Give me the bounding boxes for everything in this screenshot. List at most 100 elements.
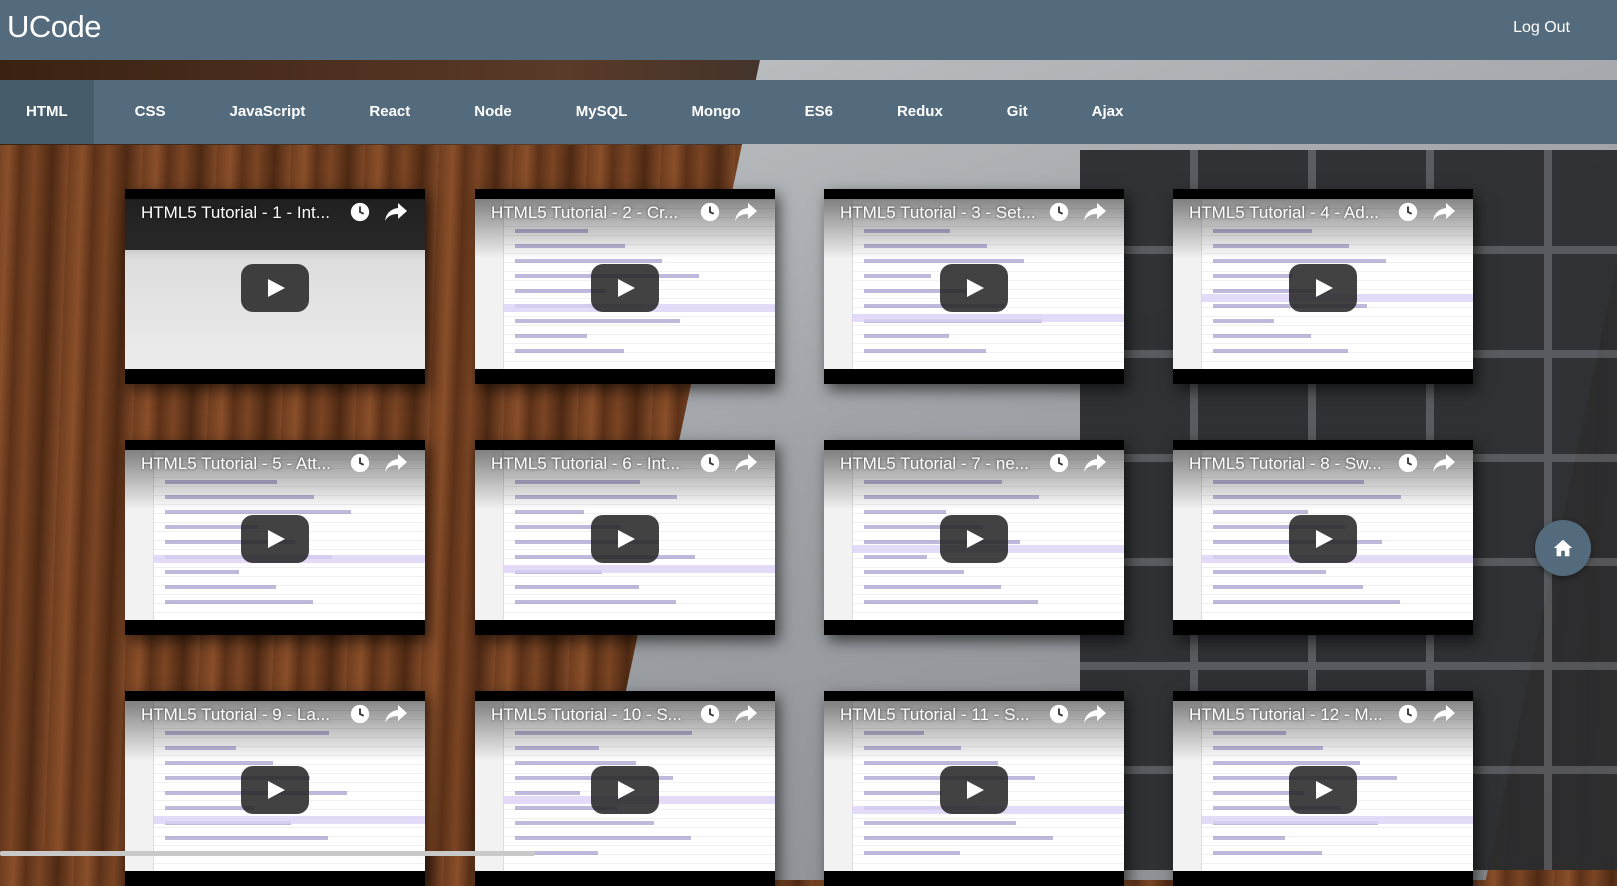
nav-tab-mysql[interactable]: MySQL — [553, 80, 651, 144]
play-icon[interactable] — [940, 264, 1008, 312]
video-title[interactable]: HTML5 Tutorial - 6 - Int... — [491, 454, 696, 474]
video-title[interactable]: HTML5 Tutorial - 2 - Cr... — [491, 203, 696, 223]
clock-icon[interactable] — [1397, 201, 1419, 223]
code-highlight — [1201, 816, 1473, 824]
home-button[interactable] — [1535, 520, 1591, 576]
top-header: UCode Log Out — [0, 0, 1617, 60]
code-line — [1213, 274, 1293, 278]
video-title[interactable]: HTML5 Tutorial - 11 - S... — [840, 705, 1045, 725]
video-card[interactable]: HTML5 Tutorial - 4 - Ad... — [1173, 189, 1473, 384]
nav-tab-html[interactable]: HTML — [0, 80, 94, 144]
title-overlay — [824, 189, 1124, 259]
brand-logo[interactable]: UCode — [7, 9, 102, 45]
clock-icon[interactable] — [349, 703, 371, 725]
code-line — [1213, 319, 1274, 323]
nav-tab-ajax[interactable]: Ajax — [1069, 80, 1147, 144]
code-line — [515, 791, 580, 795]
video-title[interactable]: HTML5 Tutorial - 7 - ne... — [840, 454, 1045, 474]
share-arrow-icon[interactable] — [384, 703, 407, 725]
code-line — [864, 821, 1016, 825]
video-card[interactable]: HTML5 Tutorial - 11 - S... — [824, 691, 1124, 886]
nav-tab-node[interactable]: Node — [451, 80, 535, 144]
nav-tab-redux[interactable]: Redux — [874, 80, 966, 144]
video-title[interactable]: HTML5 Tutorial - 4 - Ad... — [1189, 203, 1394, 223]
play-icon[interactable] — [241, 515, 309, 563]
clock-icon[interactable] — [349, 201, 371, 223]
video-title[interactable]: HTML5 Tutorial - 1 - Int... — [141, 203, 346, 223]
title-overlay — [824, 440, 1124, 510]
play-icon[interactable] — [241, 766, 309, 814]
share-arrow-icon[interactable] — [1083, 703, 1106, 725]
nav-tab-git[interactable]: Git — [984, 80, 1051, 144]
nav-tab-es6[interactable]: ES6 — [782, 80, 856, 144]
play-icon[interactable] — [940, 515, 1008, 563]
video-title[interactable]: HTML5 Tutorial - 8 - Sw... — [1189, 454, 1394, 474]
video-card[interactable]: HTML5 Tutorial - 1 - Int... — [125, 189, 425, 384]
clock-icon[interactable] — [1048, 201, 1070, 223]
code-line — [864, 274, 931, 278]
clock-icon[interactable] — [1397, 452, 1419, 474]
title-overlay — [1173, 189, 1473, 259]
share-arrow-icon[interactable] — [1432, 201, 1455, 223]
video-title[interactable]: HTML5 Tutorial - 12 - M... — [1189, 705, 1394, 725]
code-line — [864, 555, 927, 559]
play-icon[interactable] — [1289, 264, 1357, 312]
share-arrow-icon[interactable] — [1432, 703, 1455, 725]
horizontal-scrollbar[interactable] — [0, 851, 535, 856]
share-arrow-icon[interactable] — [734, 452, 757, 474]
video-title[interactable]: HTML5 Tutorial - 10 - S... — [491, 705, 696, 725]
play-icon[interactable] — [591, 515, 659, 563]
video-title[interactable]: HTML5 Tutorial - 9 - La... — [141, 705, 346, 725]
share-arrow-icon[interactable] — [1432, 452, 1455, 474]
share-arrow-icon[interactable] — [1083, 452, 1106, 474]
code-line — [1213, 585, 1363, 589]
video-title[interactable]: HTML5 Tutorial - 5 - Att... — [141, 454, 346, 474]
clock-icon[interactable] — [699, 703, 721, 725]
code-line — [1213, 851, 1322, 855]
play-icon[interactable] — [940, 766, 1008, 814]
play-icon[interactable] — [1289, 766, 1357, 814]
logout-link[interactable]: Log Out — [1513, 19, 1570, 37]
code-line — [515, 510, 584, 514]
play-icon[interactable] — [241, 264, 309, 312]
share-arrow-icon[interactable] — [384, 201, 407, 223]
share-arrow-icon[interactable] — [1083, 201, 1106, 223]
video-card[interactable]: HTML5 Tutorial - 9 - La... — [125, 691, 425, 886]
video-card[interactable]: HTML5 Tutorial - 5 - Att... — [125, 440, 425, 635]
code-line — [1213, 510, 1308, 514]
share-arrow-icon[interactable] — [734, 703, 757, 725]
clock-icon[interactable] — [1048, 703, 1070, 725]
play-icon[interactable] — [591, 264, 659, 312]
clock-icon[interactable] — [699, 452, 721, 474]
nav-tab-mongo[interactable]: Mongo — [668, 80, 763, 144]
code-line — [864, 836, 1053, 840]
title-overlay — [1173, 691, 1473, 761]
share-arrow-icon[interactable] — [384, 452, 407, 474]
video-card[interactable]: HTML5 Tutorial - 8 - Sw... — [1173, 440, 1473, 635]
code-line — [864, 585, 1001, 589]
play-icon[interactable] — [1289, 515, 1357, 563]
play-icon[interactable] — [591, 766, 659, 814]
clock-icon[interactable] — [349, 452, 371, 474]
code-line — [1213, 349, 1348, 353]
nav-tab-css[interactable]: CSS — [112, 80, 189, 144]
clock-icon[interactable] — [699, 201, 721, 223]
video-card[interactable]: HTML5 Tutorial - 12 - M... — [1173, 691, 1473, 886]
video-card[interactable]: HTML5 Tutorial - 7 - ne... — [824, 440, 1124, 635]
clock-icon[interactable] — [1397, 703, 1419, 725]
video-card[interactable]: HTML5 Tutorial - 3 - Set... — [824, 189, 1124, 384]
video-title[interactable]: HTML5 Tutorial - 3 - Set... — [840, 203, 1045, 223]
code-line — [864, 259, 1024, 263]
share-arrow-icon[interactable] — [734, 201, 757, 223]
code-highlight — [153, 816, 425, 824]
code-line — [515, 334, 587, 338]
code-line — [165, 806, 254, 810]
code-line — [165, 570, 239, 574]
video-card[interactable]: HTML5 Tutorial - 6 - Int... — [475, 440, 775, 635]
nav-tab-javascript[interactable]: JavaScript — [207, 80, 329, 144]
video-card[interactable]: HTML5 Tutorial - 10 - S... — [475, 691, 775, 886]
nav-tab-react[interactable]: React — [346, 80, 433, 144]
clock-icon[interactable] — [1048, 452, 1070, 474]
code-line — [165, 510, 351, 514]
video-card[interactable]: HTML5 Tutorial - 2 - Cr... — [475, 189, 775, 384]
